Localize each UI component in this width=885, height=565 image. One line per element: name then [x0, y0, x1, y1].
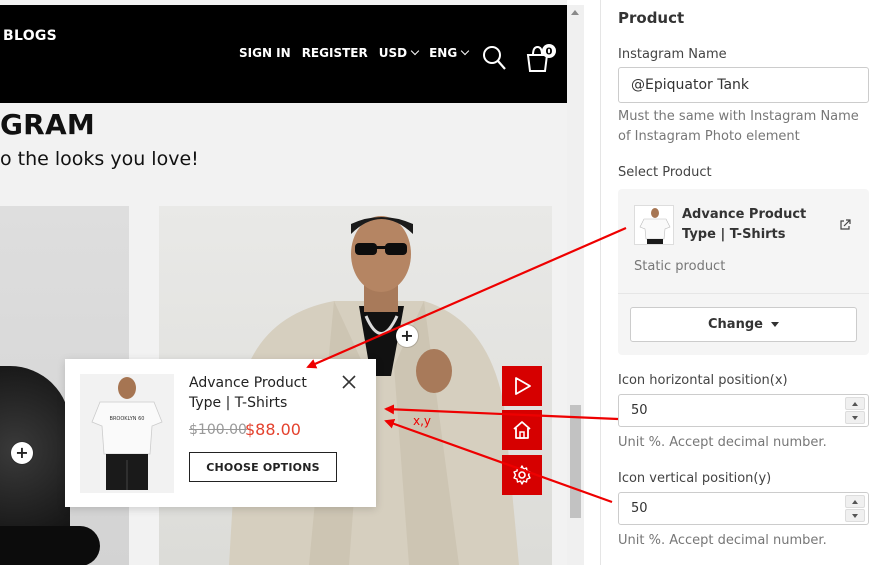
increment-x-button[interactable] — [845, 397, 865, 410]
scroll-up-arrow-icon[interactable] — [571, 10, 579, 15]
preview-play-button[interactable] — [502, 366, 542, 406]
horizontal-position-help: Unit %. Accept decimal number. — [618, 435, 827, 450]
change-button-label: Change — [708, 317, 763, 332]
popup-sale-price: $88.00 — [245, 420, 301, 439]
vertical-position-label: Icon vertical position(y) — [618, 471, 772, 486]
play-icon — [515, 377, 531, 395]
horizontal-position-value: 50 — [631, 403, 648, 418]
shirt-print: BROOKLYN 60 — [110, 416, 145, 422]
decrement-y-button[interactable] — [845, 509, 865, 522]
section-title: GRAM — [0, 108, 95, 141]
nav-sign-in[interactable]: SIGN IN — [239, 46, 291, 60]
vertical-spinner — [845, 495, 865, 522]
nav-blogs[interactable]: BLOGS — [3, 28, 57, 44]
popup-old-price: $100.00 — [189, 422, 247, 438]
popup-product-image[interactable]: BROOKLYN 60 — [80, 374, 174, 493]
decrement-x-button[interactable] — [845, 411, 865, 424]
popup-product-title[interactable]: Advance Product Type | T-Shirts — [189, 373, 329, 413]
vertical-position-help: Unit %. Accept decimal number. — [618, 533, 827, 548]
vertical-position-value: 50 — [631, 501, 648, 516]
hotspot-plus-model[interactable]: + — [396, 325, 418, 347]
card-divider — [618, 293, 869, 294]
choose-options-button[interactable]: CHOOSE OPTIONS — [189, 452, 337, 482]
cart-count: 0 — [546, 47, 553, 58]
currency-label: USD — [378, 46, 408, 60]
store-header: BLOGS SIGN IN REGISTER USD ENG 0 — [0, 5, 567, 103]
store-preview: BLOGS SIGN IN REGISTER USD ENG 0 GRAM o … — [0, 0, 567, 565]
settings-panel: Product Instagram Name Must the same wit… — [600, 0, 885, 565]
change-product-button[interactable]: Change — [630, 307, 857, 342]
currency-dropdown[interactable]: USD — [378, 46, 420, 60]
header-nav: SIGN IN REGISTER USD ENG — [239, 46, 479, 60]
search-icon[interactable] — [482, 45, 506, 71]
gear-icon — [513, 465, 531, 485]
shoe-sole-shape — [0, 526, 100, 565]
chevron-down-icon — [460, 46, 470, 56]
preview-home-button[interactable] — [502, 410, 542, 450]
language-dropdown[interactable]: ENG — [429, 46, 470, 60]
language-label: ENG — [429, 46, 458, 60]
preview-settings-button[interactable] — [502, 455, 542, 495]
preview-scrollbar[interactable] — [567, 5, 584, 565]
horizontal-spinner — [845, 397, 865, 424]
increment-y-button[interactable] — [845, 495, 865, 508]
nav-register[interactable]: REGISTER — [302, 46, 368, 60]
tshirt-thumbnail-image — [639, 208, 671, 244]
close-icon[interactable] — [341, 374, 357, 390]
tshirt-model-image: BROOKLYN 60 — [91, 377, 163, 490]
product-popup: BROOKLYN 60 Advance Product Type | T-Shi… — [65, 359, 376, 507]
external-link-icon[interactable] — [839, 219, 851, 231]
caret-down-icon — [770, 322, 779, 327]
product-type-static: Static product — [634, 259, 726, 274]
section-subtitle: o the looks you love! — [0, 148, 199, 170]
instagram-name-label: Instagram Name — [618, 47, 727, 62]
instagram-name-input[interactable] — [618, 67, 869, 103]
home-icon — [513, 421, 531, 439]
select-product-label: Select Product — [618, 165, 712, 180]
nav-register-label: REGISTER — [301, 46, 368, 60]
hotspot-plus-shoes[interactable]: + — [11, 442, 33, 464]
vertical-position-input[interactable]: 50 — [618, 492, 869, 525]
selected-product-title: Advance Product Type | T-Shirts — [682, 207, 807, 242]
cart-icon[interactable]: 0 — [525, 43, 559, 73]
scrollbar-thumb[interactable] — [570, 405, 581, 518]
selected-product-card: Advance Product Type | T-Shirts Static p… — [618, 189, 869, 355]
horizontal-position-input[interactable]: 50 — [618, 394, 869, 427]
selected-product-thumbnail — [634, 205, 674, 245]
horizontal-position-label: Icon horizontal position(x) — [618, 373, 788, 388]
nav-sign-in-label: SIGN IN — [239, 46, 291, 60]
xy-annotation-label: x,y — [413, 414, 432, 428]
chevron-down-icon — [410, 46, 420, 56]
instagram-name-help: Must the same with Instagram Name of Ins… — [618, 109, 859, 144]
panel-heading: Product — [618, 9, 685, 27]
